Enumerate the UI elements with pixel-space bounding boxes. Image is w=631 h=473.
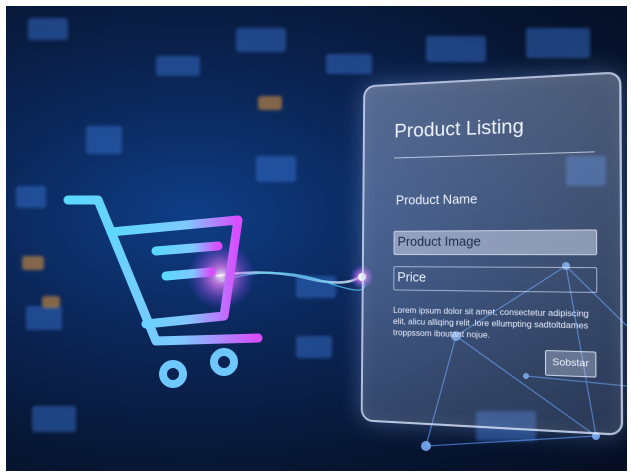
submit-button[interactable]: Sobstar xyxy=(544,349,597,378)
description-text: Lorem ipsum dolor sit amet, consectetur … xyxy=(392,305,589,340)
product-name-label: Product Name xyxy=(395,192,478,208)
title-divider xyxy=(394,151,595,159)
hero-image: Product Listing Product Name Product Ima… xyxy=(6,6,627,471)
price-field[interactable]: Price xyxy=(393,266,598,294)
price-label: Price xyxy=(397,270,427,285)
product-image-label: Product Image xyxy=(397,234,481,249)
panel-title: Product Listing xyxy=(394,116,524,143)
product-image-field[interactable]: Product Image xyxy=(393,229,598,256)
product-listing-panel: Product Listing Product Name Product Ima… xyxy=(360,71,624,436)
